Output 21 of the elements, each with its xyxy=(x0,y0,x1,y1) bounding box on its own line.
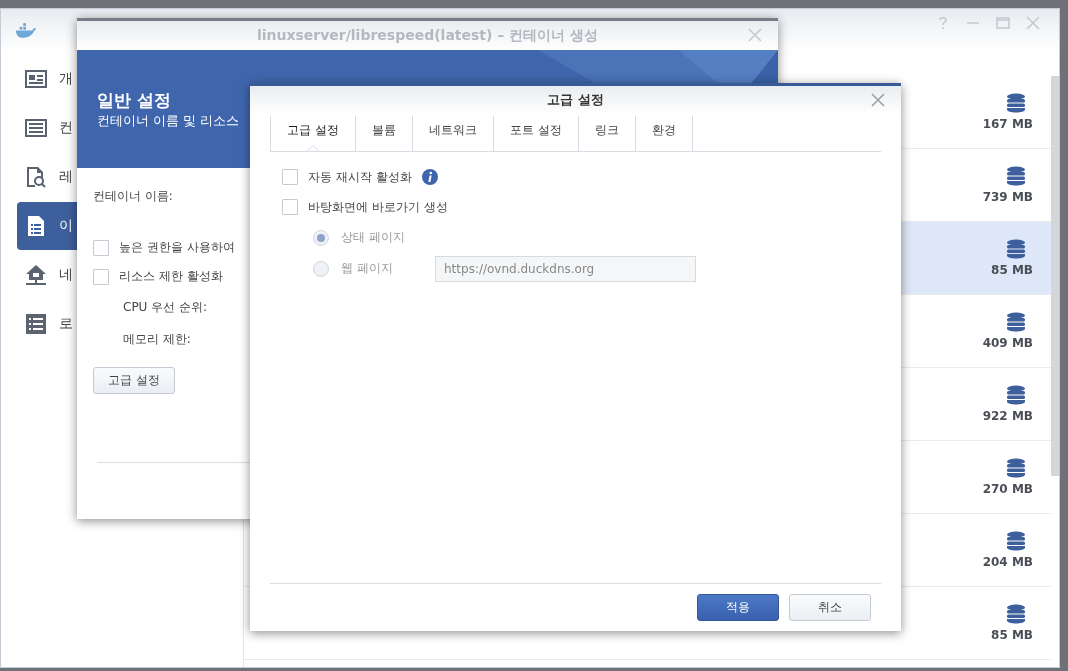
dialog-title: linuxserver/librespeed(latest) – 컨테이너 생성 xyxy=(256,26,599,45)
image-size: 85 MB xyxy=(991,263,1033,277)
image-size: 167 MB xyxy=(982,117,1033,131)
header-title: 일반 설정 xyxy=(97,88,171,112)
field-label: 컨테이너 이름: xyxy=(93,188,173,205)
image-size: 85 MB xyxy=(991,628,1033,642)
checkbox-label: 자동 재시작 활성화 xyxy=(308,168,412,186)
radio-label: 상태 페이지 xyxy=(341,229,406,246)
checkbox-label: 바탕화면에 바로가기 생성 xyxy=(308,198,448,216)
header-subtitle: 컨테이너 이름 및 리소스 xyxy=(97,111,240,130)
image-size: 204 MB xyxy=(982,555,1033,569)
image-size: 409 MB xyxy=(982,336,1033,350)
radio-label: 웹 페이지 xyxy=(341,260,394,277)
dialog-title: 고급 설정 xyxy=(547,91,604,109)
image-size: 739 MB xyxy=(982,190,1033,204)
field-label: CPU 우선 순위: xyxy=(123,298,208,316)
image-size: 922 MB xyxy=(982,409,1033,423)
image-size: 270 MB xyxy=(982,482,1033,496)
checkbox-label: 리소스 제한 활성화 xyxy=(119,268,223,285)
checkbox-label: 높은 권한을 사용하여 xyxy=(119,239,235,256)
field-label: 메모리 제한: xyxy=(123,330,191,348)
